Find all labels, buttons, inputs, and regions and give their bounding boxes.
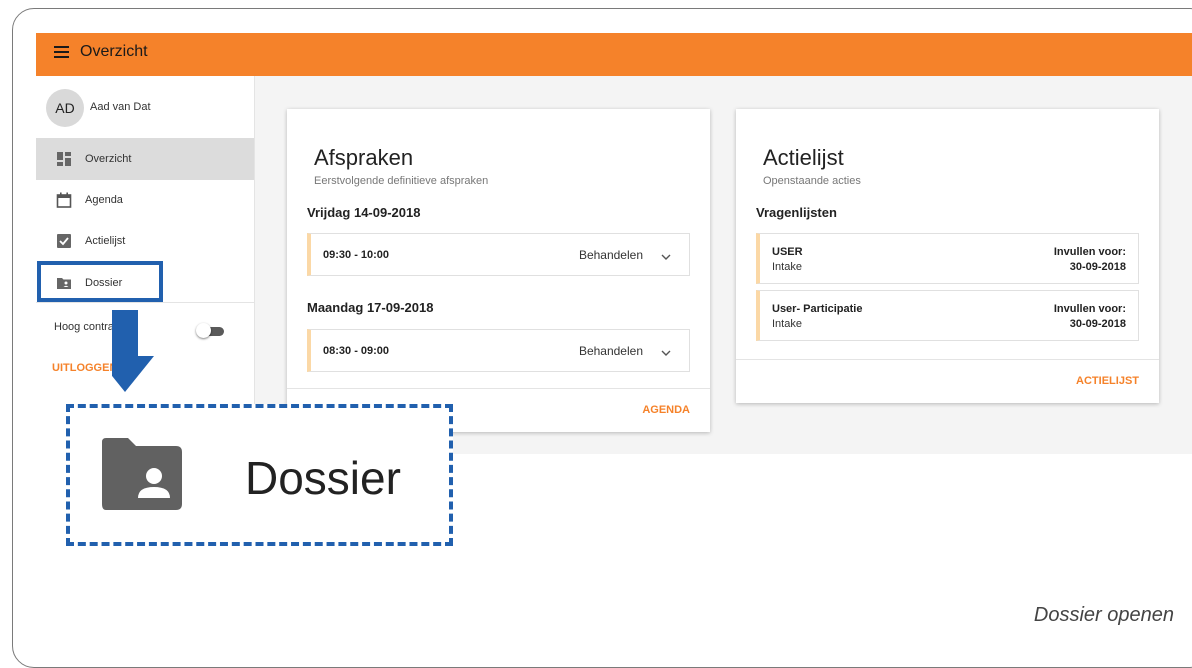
chevron-down-icon[interactable]: [661, 254, 671, 260]
card-title: Actielijst: [763, 145, 844, 170]
sidebar-item-label: Overzicht: [85, 153, 132, 165]
due-date: 30-09-2018: [1069, 318, 1126, 330]
appointment-row[interactable]: 08:30 - 09:00 Behandelen: [307, 329, 690, 372]
questionnaire-row[interactable]: User- Participatie Intake Invullen voor:…: [756, 290, 1139, 341]
menu-icon[interactable]: [54, 46, 69, 58]
actielijst-link[interactable]: ACTIELIJST: [1076, 375, 1139, 387]
due-date: 30-09-2018: [1069, 261, 1126, 273]
appointment-type: Behandelen: [578, 248, 643, 262]
folder-person-icon: [102, 438, 182, 510]
questionnaire-name: USER: [772, 246, 803, 258]
appointment-row[interactable]: 09:30 - 10:00 Behandelen: [307, 233, 690, 276]
card-title: Afspraken: [314, 145, 414, 170]
sidebar-item-actielijst[interactable]: Actielijst: [36, 220, 254, 262]
sidebar-divider: [36, 302, 254, 303]
chevron-down-icon[interactable]: [661, 350, 671, 356]
due-label: Invullen voor:: [1053, 303, 1126, 315]
logout-link[interactable]: UITLOGGEN: [52, 362, 117, 374]
sidebar-item-overzicht[interactable]: Overzicht: [36, 138, 254, 180]
dashboard-icon: [57, 152, 71, 166]
questionnaire-type: Intake: [772, 261, 802, 273]
questionnaire-row[interactable]: USER Intake Invullen voor: 30-09-2018: [756, 233, 1139, 284]
appointment-date: Maandag 17-09-2018: [307, 300, 434, 315]
appointment-time: 08:30 - 09:00: [323, 345, 390, 357]
due-label: Invullen voor:: [1053, 246, 1126, 258]
appointment-time: 09:30 - 10:00: [323, 249, 390, 261]
user-name: Aad van Dat: [90, 101, 151, 113]
arrow-down-icon: [112, 310, 154, 392]
sidebar-item-agenda[interactable]: Agenda: [36, 179, 254, 221]
page-title: Overzicht: [80, 43, 148, 60]
dossier-highlight-box: [37, 261, 163, 302]
zoom-label: Dossier: [245, 452, 401, 504]
actions-card: Actielijst Openstaande acties Vragenlijs…: [736, 109, 1159, 403]
caption: Dossier openen: [1033, 604, 1174, 626]
checkbox-icon: [57, 234, 71, 248]
contrast-toggle[interactable]: [196, 323, 224, 338]
app-header: Overzicht: [36, 33, 1192, 76]
appointments-card: Afspraken Eerstvolgende definitieve afsp…: [287, 109, 710, 432]
agenda-link[interactable]: AGENDA: [642, 404, 690, 416]
card-divider: [287, 388, 710, 389]
card-subtitle: Openstaande acties: [763, 175, 861, 187]
appointment-date: Vrijdag 14-09-2018: [307, 205, 421, 220]
appointment-type: Behandelen: [578, 344, 643, 358]
questionnaire-name: User- Participatie: [772, 303, 863, 315]
sidebar-item-label: Actielijst: [85, 235, 126, 247]
zoom-callout: Dossier: [66, 404, 453, 546]
sidebar-item-label: Agenda: [85, 194, 123, 206]
avatar: AD: [46, 89, 84, 127]
section-title: Vragenlijsten: [756, 205, 837, 220]
card-subtitle: Eerstvolgende definitieve afspraken: [314, 175, 489, 187]
calendar-icon: [56, 192, 72, 208]
card-divider: [736, 359, 1159, 360]
questionnaire-type: Intake: [772, 318, 802, 330]
